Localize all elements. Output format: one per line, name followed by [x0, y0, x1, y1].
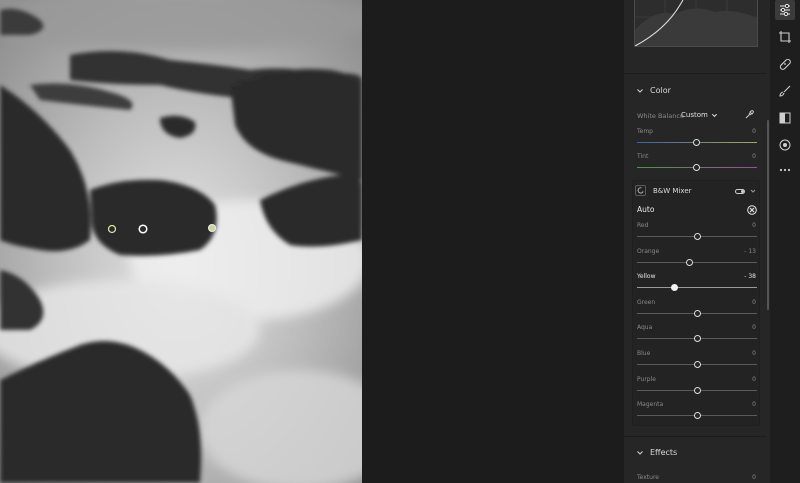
color-section-header[interactable]: Color: [636, 86, 671, 95]
sample-point[interactable]: [208, 224, 216, 232]
bw-slider-value: 0: [752, 324, 756, 331]
tint-label: Tint: [637, 153, 649, 160]
effects-section-title: Effects: [650, 448, 678, 457]
bw-slider-value: 0: [752, 401, 756, 408]
bw-slider-knob[interactable]: [694, 233, 701, 240]
bw-slider-value: 0: [752, 376, 756, 383]
canvas-background: [362, 0, 624, 483]
bw-slider-knob[interactable]: [694, 412, 701, 419]
bw-slider-label: Blue: [637, 350, 651, 357]
white-balance-dropdown[interactable]: Custom: [681, 111, 718, 119]
auto-label: Auto: [637, 205, 655, 214]
chevron-down-icon: [637, 450, 643, 455]
bw-slider-knob[interactable]: [694, 335, 701, 342]
bw-mixer-title: B&W Mixer: [653, 187, 692, 195]
bw-slider-track[interactable]: [637, 262, 757, 263]
temp-label: Temp: [637, 128, 653, 135]
bw-slider-label: Green: [637, 299, 656, 306]
bw-slider-label: Magenta: [637, 401, 664, 408]
bw-slider-value: - 38: [744, 273, 756, 280]
gradient-icon[interactable]: [775, 108, 795, 128]
brush-icon[interactable]: [775, 81, 795, 101]
auto-reset-icon[interactable]: [747, 205, 757, 215]
bw-slider-knob[interactable]: [694, 310, 701, 317]
crop-icon[interactable]: [775, 27, 795, 47]
white-balance-label: White Balance: [637, 112, 684, 120]
tool-strip: [770, 0, 800, 483]
tint-value: 0: [752, 153, 756, 160]
bw-slider-label: Red: [637, 222, 649, 229]
chevron-down-icon[interactable]: [750, 188, 756, 194]
chevron-down-icon: [637, 88, 643, 93]
healing-icon[interactable]: [775, 54, 795, 74]
bw-slider-label: Purple: [637, 376, 656, 383]
temp-slider-knob[interactable]: [693, 139, 700, 146]
effects-section-header[interactable]: Effects: [636, 448, 677, 457]
texture-value: 0: [752, 474, 756, 481]
bw-slider-knob[interactable]: [694, 361, 701, 368]
tone-curve[interactable]: [634, 0, 758, 47]
texture-label: Texture: [637, 474, 659, 481]
white-balance-value: Custom: [681, 111, 708, 119]
radial-icon[interactable]: [775, 135, 795, 155]
bw-slider-value: 0: [752, 350, 756, 357]
bw-slider-label: Aqua: [637, 324, 653, 331]
landscape-photo: [0, 0, 362, 483]
edit-icon[interactable]: [775, 0, 795, 20]
targeted-adjustment-icon[interactable]: [635, 185, 646, 196]
bw-slider-value: - 13: [744, 248, 756, 255]
bw-slider-label: Orange: [637, 248, 660, 255]
bw-slider-value: 0: [752, 299, 756, 306]
color-section-title: Color: [650, 86, 671, 95]
tint-slider-knob[interactable]: [693, 164, 700, 171]
edit-panel: Color White Balance Custom Temp 0 Tint 0…: [624, 0, 766, 483]
more-icon[interactable]: [775, 160, 795, 180]
bw-slider-knob[interactable]: [671, 284, 678, 291]
photo-canvas[interactable]: [0, 0, 362, 483]
bw-slider-track[interactable]: [637, 287, 757, 288]
eyedropper-icon[interactable]: [744, 110, 754, 120]
bw-slider-label: Yellow: [637, 273, 656, 280]
bw-toggle-icon[interactable]: [735, 189, 745, 194]
temp-value: 0: [752, 128, 756, 135]
bw-slider-value: 0: [752, 222, 756, 229]
bw-slider-knob[interactable]: [694, 387, 701, 394]
bw-slider-knob[interactable]: [686, 259, 693, 266]
chevron-down-icon: [711, 113, 717, 117]
